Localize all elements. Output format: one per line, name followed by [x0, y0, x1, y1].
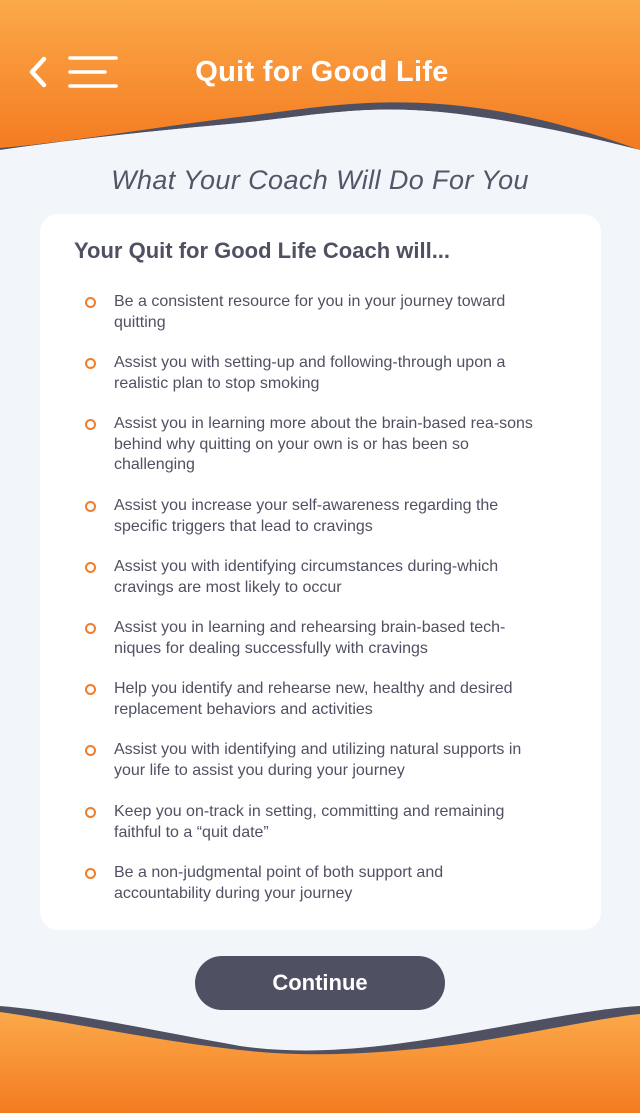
bullet-circle-icon: [85, 868, 96, 879]
bullet-circle-icon: [85, 562, 96, 573]
list-item-text: Assist you with identifying and utilizin…: [114, 741, 522, 779]
header-bar: Quit for Good Life: [0, 0, 640, 152]
menu-button[interactable]: [67, 55, 119, 91]
bullet-circle-icon: [85, 623, 96, 634]
footer-wave: [0, 1000, 640, 1113]
card-heading: Your Quit for Good Life Coach will...: [74, 238, 451, 263]
bullet-circle-icon: [85, 745, 96, 756]
coach-benefits-card: Your Quit for Good Life Coach will... Be…: [40, 214, 601, 930]
app-title: Quit for Good Life: [195, 56, 449, 88]
list-item-text: Assist you with identifying circumstance…: [114, 558, 499, 596]
list-item-text: Assist you with setting-up and following…: [114, 354, 506, 392]
hamburger-menu-icon: [68, 56, 118, 88]
list-item-text: Keep you on-track in setting, committing…: [114, 803, 505, 841]
list-item-text: Assist you in learning more about the br…: [114, 415, 533, 473]
list-item-text: Help you identify and rehearse new, heal…: [114, 680, 513, 718]
footer-wave-background: [0, 1006, 640, 1113]
bullet-circle-icon: [85, 501, 96, 512]
bullet-circle-icon: [85, 807, 96, 818]
list-item-text: Be a consistent resource for you in your…: [114, 293, 506, 331]
chevron-left-icon: [29, 56, 47, 88]
bullet-circle-icon: [85, 419, 96, 430]
bullet-circle-icon: [85, 684, 96, 695]
back-button[interactable]: [26, 56, 52, 88]
list-item-text: Assist you in learning and rehearsing br…: [114, 619, 506, 657]
list-item-text: Assist you increase your self-awareness …: [114, 497, 499, 535]
list-item-text: Be a non-judgmental point of both suppor…: [114, 864, 444, 902]
bullet-circle-icon: [85, 297, 96, 308]
bullet-circle-icon: [85, 358, 96, 369]
page-subtitle: What Your Coach Will Do For You: [111, 165, 529, 195]
